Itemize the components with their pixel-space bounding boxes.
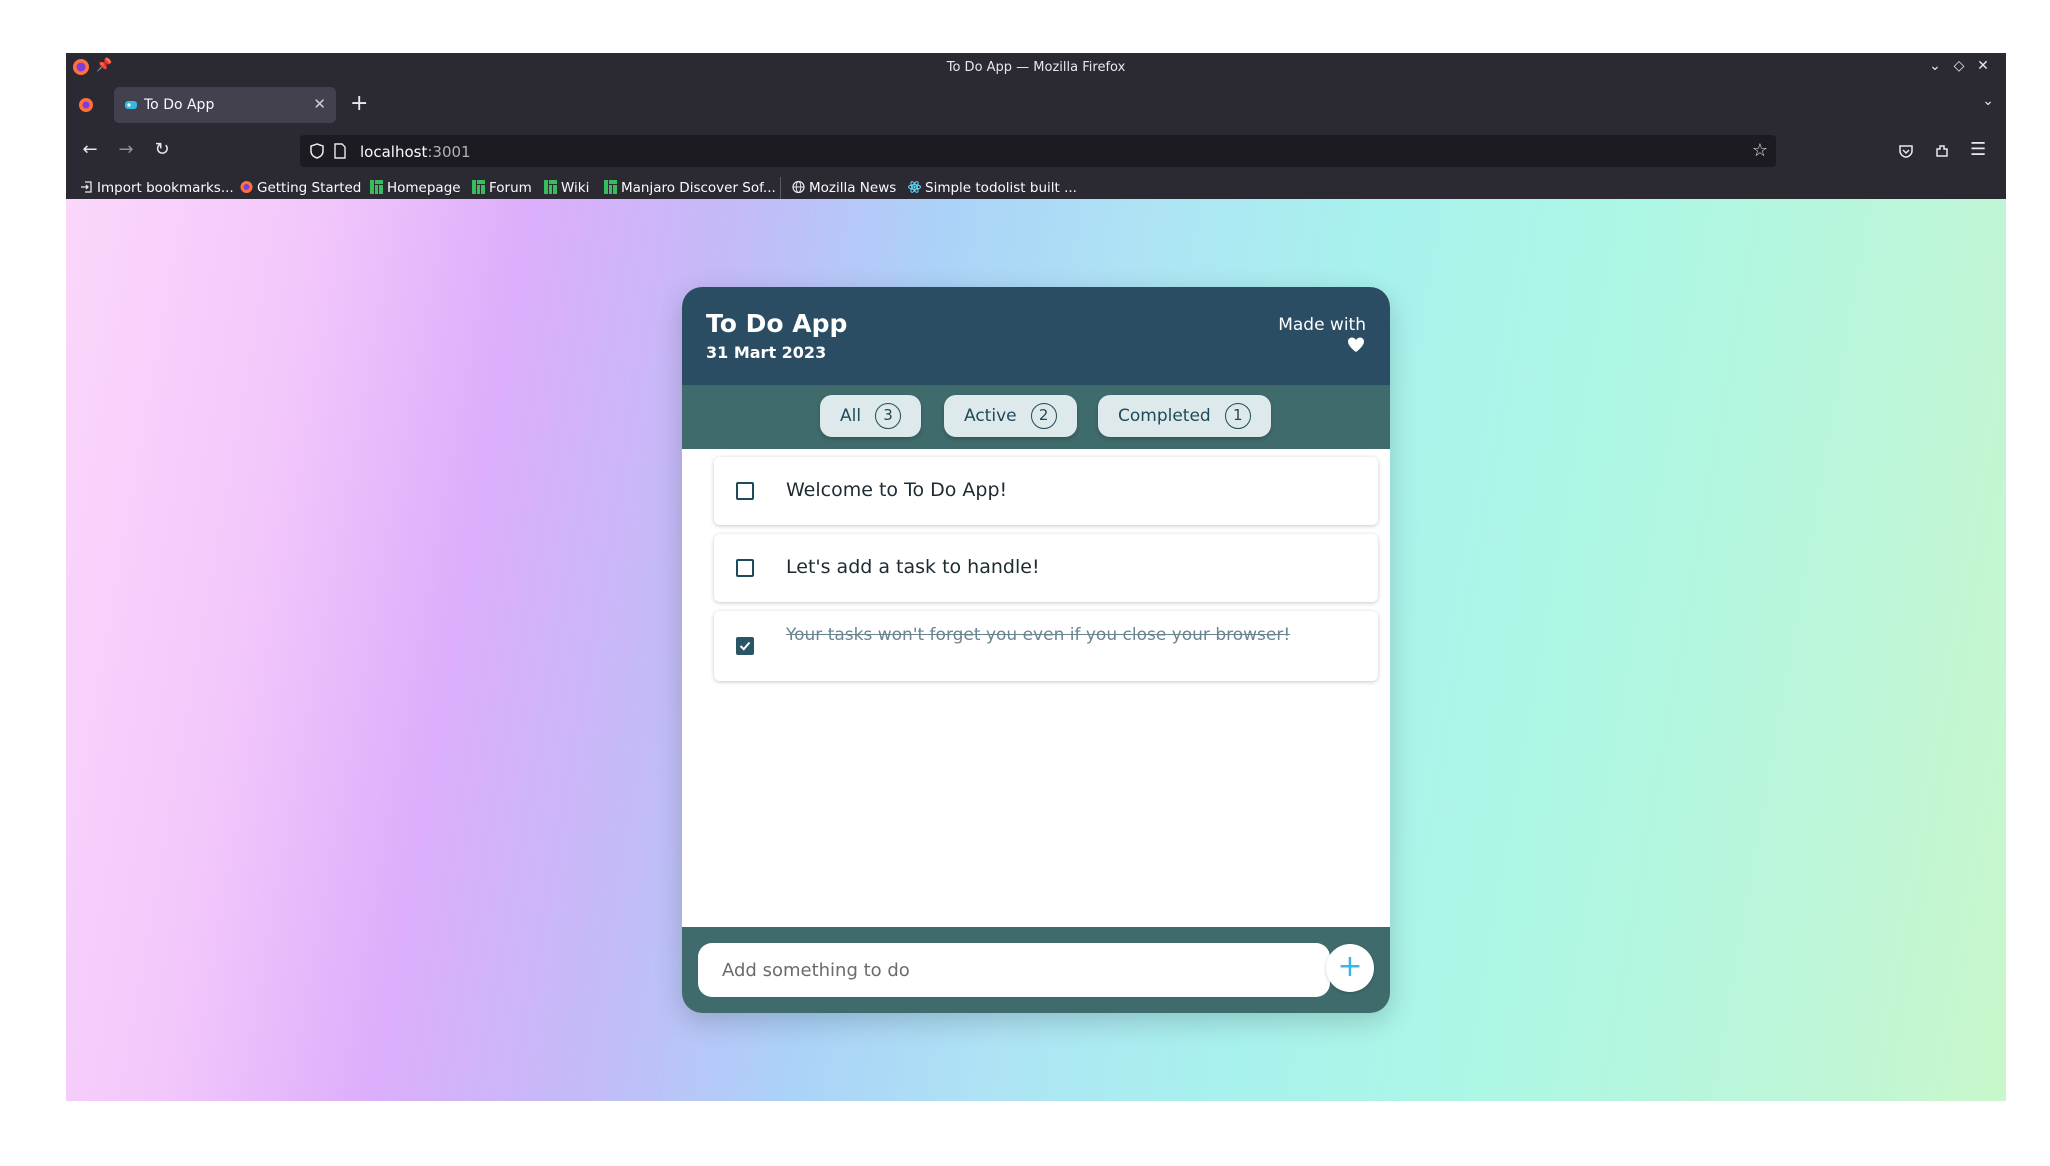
page-icon	[334, 143, 346, 159]
filter-active-button[interactable]: Active 2	[944, 395, 1077, 437]
bookmark-simple-todolist[interactable]: Simple todolist built ...	[908, 180, 1077, 196]
task-checkbox-checked[interactable]	[736, 637, 754, 655]
close-window-icon[interactable]: ✕	[1974, 58, 1992, 74]
tab-strip: To Do App ✕ + ⌄	[66, 81, 2006, 131]
task-checkbox[interactable]	[736, 482, 754, 500]
navigation-bar: ← → ↻ localhost:3001 ☆ ☰	[66, 131, 2006, 171]
bookmark-label: Forum	[489, 180, 532, 196]
window-titlebar: 📌 To Do App — Mozilla Firefox ⌄ ◇ ✕	[66, 53, 2006, 81]
tab-close-icon[interactable]: ✕	[313, 95, 326, 113]
firefox-icon	[240, 181, 253, 193]
bookmark-separator	[780, 177, 781, 199]
filter-label: All	[840, 406, 862, 426]
check-icon	[739, 641, 751, 651]
add-task-button[interactable]: +	[1326, 944, 1374, 992]
add-task-input[interactable]	[698, 943, 1330, 997]
window-title: To Do App — Mozilla Firefox	[946, 60, 1126, 75]
manjaro-icon	[472, 180, 485, 194]
bookmark-manjaro-discover[interactable]: Manjaro Discover Sof...	[604, 180, 776, 196]
extensions-icon[interactable]	[1934, 143, 1950, 159]
task-item[interactable]: Your tasks won't forget you even if you …	[714, 611, 1378, 681]
new-tab-icon[interactable]: +	[350, 91, 368, 116]
bookmark-wiki[interactable]: Wiki	[544, 180, 589, 196]
bookmark-label: Simple todolist built ...	[925, 180, 1077, 196]
forward-icon[interactable]: →	[114, 139, 138, 160]
filter-count-badge: 2	[1030, 403, 1057, 429]
maximize-icon[interactable]: ◇	[1950, 58, 1968, 74]
task-text-completed: Your tasks won't forget you even if you …	[786, 625, 1291, 645]
app-header: To Do App 31 Mart 2023 Made with	[682, 287, 1390, 385]
task-text: Welcome to To Do App!	[786, 479, 1008, 501]
shield-icon[interactable]	[310, 143, 324, 159]
task-item[interactable]: Let's add a task to handle!	[714, 534, 1378, 602]
url-port: :3001	[427, 143, 471, 161]
task-text: Let's add a task to handle!	[786, 556, 1040, 578]
minimize-icon[interactable]: ⌄	[1926, 58, 1944, 74]
tab-label: To Do App	[144, 97, 215, 113]
url-host: localhost	[360, 143, 428, 161]
filter-completed-button[interactable]: Completed 1	[1098, 395, 1271, 437]
globe-icon	[792, 180, 805, 194]
add-task-bar: +	[682, 927, 1390, 1013]
bookmark-label: Mozilla News	[809, 180, 897, 196]
url-text[interactable]: localhost:3001	[360, 143, 471, 161]
manjaro-icon	[544, 180, 557, 194]
heart-icon	[1348, 337, 1364, 352]
firefox-view-icon[interactable]	[78, 97, 94, 113]
manjaro-icon	[604, 180, 617, 194]
task-checkbox[interactable]	[736, 559, 754, 577]
react-icon	[908, 181, 921, 193]
tab-favicon-icon	[125, 101, 137, 109]
back-icon[interactable]: ←	[78, 139, 102, 160]
bookmark-homepage[interactable]: Homepage	[370, 180, 461, 196]
filter-all-button[interactable]: All 3	[820, 395, 922, 437]
bookmark-label: Wiki	[561, 180, 590, 196]
tab-todo-app[interactable]: To Do App ✕	[114, 87, 336, 123]
bookmark-label: Homepage	[387, 180, 461, 196]
manjaro-icon	[370, 180, 383, 194]
filter-count-badge: 3	[875, 403, 902, 429]
bookmark-label: Import bookmarks...	[97, 180, 234, 196]
app-date: 31 Mart 2023	[706, 343, 827, 362]
bookmark-getting-started[interactable]: Getting Started	[240, 180, 361, 196]
url-bar[interactable]: localhost:3001 ☆	[300, 135, 1776, 167]
made-with-text: Made with	[1278, 315, 1366, 335]
filter-label: Active	[964, 406, 1017, 426]
bookmark-import[interactable]: Import bookmarks...	[80, 180, 234, 196]
reload-icon[interactable]: ↻	[150, 139, 174, 160]
filter-bar: All 3 Active 2 Completed 1	[682, 385, 1390, 449]
menu-icon[interactable]: ☰	[1970, 139, 1986, 160]
bookmark-mozilla-news[interactable]: Mozilla News	[792, 180, 896, 196]
bookmark-label: Manjaro Discover Sof...	[621, 180, 776, 196]
bookmark-label: Getting Started	[257, 180, 362, 196]
import-icon	[81, 181, 92, 193]
task-item[interactable]: Welcome to To Do App!	[714, 457, 1378, 525]
bookmark-forum[interactable]: Forum	[472, 180, 532, 196]
filter-count-badge: 1	[1224, 403, 1251, 429]
pocket-icon[interactable]	[1898, 143, 1914, 159]
browser-window: 📌 To Do App — Mozilla Firefox ⌄ ◇ ✕ To D…	[66, 53, 2006, 1101]
page-viewport: To Do App 31 Mart 2023 Made with All 3 A…	[66, 199, 2006, 1101]
app-title: To Do App	[706, 309, 848, 338]
bookmark-star-icon[interactable]: ☆	[1752, 140, 1768, 161]
filter-label: Completed	[1118, 406, 1211, 426]
todo-card: To Do App 31 Mart 2023 Made with All 3 A…	[682, 287, 1390, 1013]
list-all-tabs-icon[interactable]: ⌄	[1982, 93, 1994, 109]
